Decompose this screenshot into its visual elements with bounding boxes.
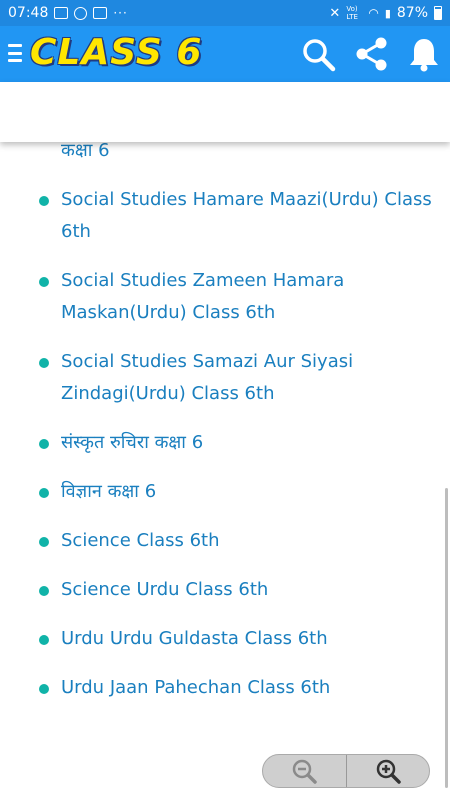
bullet-icon xyxy=(39,277,49,287)
app-bar: CLASS 6 xyxy=(0,26,450,82)
list-item-link[interactable]: Social Studies Zameen Hamara Maskan(Urdu… xyxy=(61,270,344,323)
bullet-icon xyxy=(39,537,49,547)
list-item-link[interactable]: कक्षा 6 xyxy=(61,142,110,161)
subject-list: कक्षा 6 Social Studies Hamare Maazi(Urdu… xyxy=(0,142,450,721)
list-item-link[interactable]: विज्ञान कक्षा 6 xyxy=(61,481,156,502)
bullet-icon xyxy=(39,439,49,449)
zoom-in-button[interactable] xyxy=(345,755,430,787)
list-item-link[interactable]: Urdu Urdu Guldasta Class 6th xyxy=(61,628,328,649)
list-item-link[interactable]: Science Class 6th xyxy=(61,530,220,551)
whatsapp-notification-icon xyxy=(74,6,88,20)
list-item[interactable]: संस्कृत रुचिरा कक्षा 6 xyxy=(0,427,450,459)
battery-percent: 87% xyxy=(396,5,428,21)
share-icon[interactable] xyxy=(352,34,392,74)
menu-icon[interactable] xyxy=(8,44,22,62)
list-item-link[interactable]: Urdu Jaan Pahechan Class 6th xyxy=(61,677,330,698)
search-icon[interactable] xyxy=(298,34,338,74)
page-title: CLASS 6 xyxy=(30,32,203,73)
content-area: कक्षा 6 Social Studies Hamare Maazi(Urdu… xyxy=(0,142,450,800)
signal-icon: ▮ xyxy=(384,6,391,20)
bullet-icon xyxy=(39,358,49,368)
network-label: Vo) LTE xyxy=(346,5,358,21)
bullet-icon xyxy=(39,488,49,498)
list-item[interactable]: Social Studies Zameen Hamara Maskan(Urdu… xyxy=(0,265,450,329)
battery-icon xyxy=(434,6,442,20)
list-item-link[interactable]: Social Studies Samazi Aur Siyasi Zindagi… xyxy=(61,351,353,404)
list-item[interactable]: Social Studies Samazi Aur Siyasi Zindagi… xyxy=(0,346,450,410)
bell-icon[interactable] xyxy=(404,34,444,74)
scrollbar[interactable] xyxy=(445,488,448,788)
bullet-icon xyxy=(39,684,49,694)
list-item[interactable]: Urdu Urdu Guldasta Class 6th xyxy=(0,623,450,655)
list-item[interactable]: Social Studies Hamare Maazi(Urdu) Class … xyxy=(0,184,450,248)
zoom-control xyxy=(262,754,430,788)
mute-icon: ✕ xyxy=(329,5,341,21)
zoom-out-button[interactable] xyxy=(263,755,346,787)
list-item[interactable]: कक्षा 6 xyxy=(0,142,450,167)
list-item[interactable]: Science Urdu Class 6th xyxy=(0,574,450,606)
status-time: 07:48 xyxy=(8,5,49,21)
wifi-icon: ◠ xyxy=(368,6,379,20)
list-item-link[interactable]: संस्कृत रुचिरा कक्षा 6 xyxy=(61,432,203,453)
bullet-icon xyxy=(39,586,49,596)
more-notifications-icon: ··· xyxy=(113,6,128,20)
bullet-icon xyxy=(39,635,49,645)
bullet-icon xyxy=(39,196,49,206)
app-notification-icon xyxy=(93,7,108,19)
list-item-link[interactable]: Science Urdu Class 6th xyxy=(61,579,268,600)
list-item[interactable]: Urdu Jaan Pahechan Class 6th xyxy=(0,672,450,704)
status-bar: 07:48 ··· ✕ Vo) LTE ◠ ▮ 87% xyxy=(0,0,450,26)
zoom-in-icon xyxy=(376,759,401,784)
list-item[interactable]: Science Class 6th xyxy=(0,525,450,557)
gallery-notification-icon xyxy=(54,7,69,19)
list-item[interactable]: विज्ञान कक्षा 6 xyxy=(0,476,450,508)
sub-toolbar xyxy=(0,82,450,142)
list-item-link[interactable]: Social Studies Hamare Maazi(Urdu) Class … xyxy=(61,189,432,242)
zoom-out-icon xyxy=(293,759,317,784)
